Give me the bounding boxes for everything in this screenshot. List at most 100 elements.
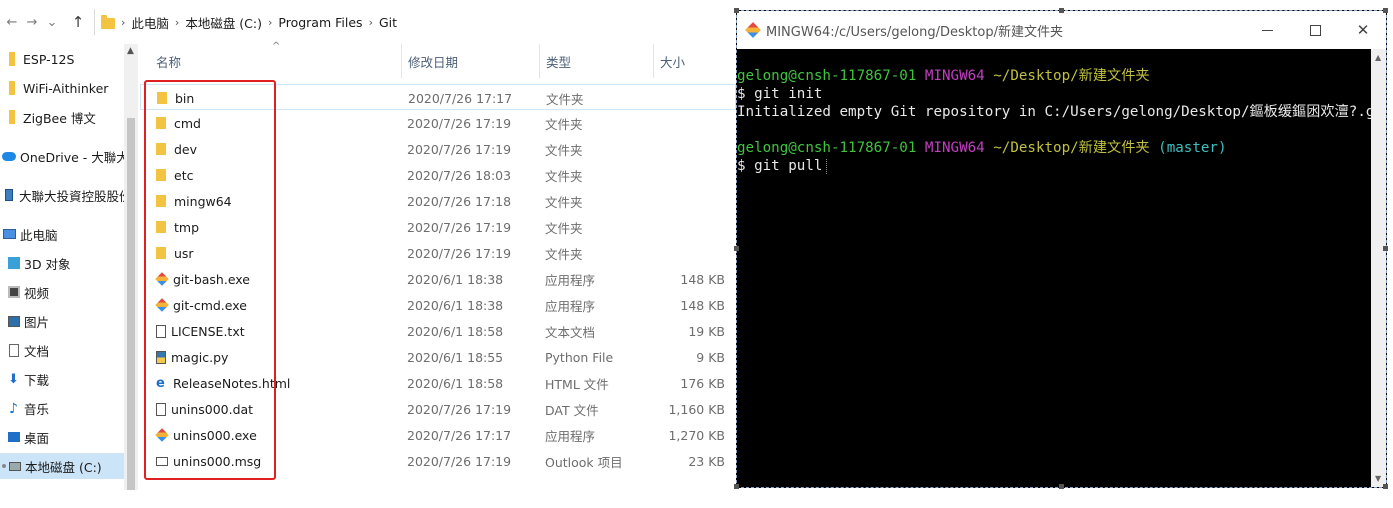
chevron-right-icon[interactable]: › — [268, 16, 272, 29]
chevron-right-icon[interactable]: › — [175, 16, 179, 29]
text-cursor — [826, 158, 828, 174]
file-type: 应用程序 — [545, 298, 596, 314]
file-type: 文件夹 — [546, 91, 584, 107]
resize-handle[interactable] — [734, 484, 739, 489]
breadcrumb-drive-c[interactable]: 本地磁盘 (C:) — [185, 13, 262, 32]
sidebar-item-videos[interactable]: 视频 — [0, 279, 124, 305]
maximize-button[interactable] — [1291, 11, 1339, 49]
sidebar-item-onedrive[interactable]: OneDrive - 大聯大投資 — [0, 143, 124, 169]
file-type: Python File — [545, 349, 614, 365]
file-date: 2020/6/1 18:58 — [407, 375, 504, 391]
resize-handle[interactable] — [1383, 8, 1388, 13]
sidebar-item-this-pc[interactable]: 此电脑 — [0, 221, 124, 247]
file-size: 23 KB — [688, 453, 725, 469]
table-row[interactable]: magic.py 2020/6/1 18:55 Python File 9 KB — [140, 344, 736, 370]
file-name: tmp — [174, 219, 200, 235]
breadcrumb-git[interactable]: Git — [379, 15, 397, 30]
resize-handle[interactable] — [734, 8, 739, 13]
file-date: 2020/7/26 17:19 — [407, 115, 512, 131]
file-name-cell[interactable]: e ReleaseNotes.html — [156, 370, 290, 396]
table-row[interactable]: usr 2020/7/26 17:19 文件夹 — [140, 240, 736, 266]
file-name-cell[interactable]: bin — [157, 85, 194, 111]
table-row[interactable]: unins000.dat 2020/7/26 17:19 DAT 文件 1,160 K… — [140, 396, 736, 422]
terminal-title-bar[interactable]: MINGW64:/c/Users/gelong/Desktop/新建文件夹 ✕ — [737, 11, 1386, 49]
file-size — [657, 240, 725, 266]
expand-arrow-icon[interactable] — [2, 464, 6, 468]
breadcrumb-this-pc[interactable]: 此电脑 — [131, 13, 169, 32]
table-row[interactable]: unins000.msg 2020/7/26 17:19 Outlook 项目 23 … — [140, 448, 736, 474]
column-header-type[interactable]: 类型 — [540, 44, 654, 78]
resize-handle[interactable] — [1059, 484, 1064, 489]
table-row[interactable]: etc 2020/7/26 18:03 文件夹 — [140, 162, 736, 188]
file-name: usr — [174, 245, 194, 261]
column-header-size[interactable]: 大小 — [654, 44, 736, 78]
table-row[interactable]: tmp 2020/7/26 17:19 文件夹 — [140, 214, 736, 240]
minimize-button[interactable] — [1243, 11, 1291, 49]
sidebar-item-pictures[interactable]: 图片 — [0, 308, 124, 334]
sidebar-item-downloads[interactable]: ⬇ 下载 — [0, 366, 124, 392]
terminal-output[interactable]: gelong@cnsh-117867-01 MINGW64 ~/Desktop/… — [737, 67, 1371, 487]
table-row[interactable]: e ReleaseNotes.html 2020/6/1 18:58 HTML 文件 1… — [140, 370, 736, 396]
file-name-cell[interactable]: cmd — [156, 110, 201, 136]
sidebar-item-local-disk-c[interactable]: 本地磁盘 (C:) — [0, 453, 124, 479]
sidebar-scrollbar[interactable]: ▲ — [124, 44, 138, 490]
column-header-name[interactable]: 名称 — [150, 44, 402, 78]
file-name-cell[interactable]: git-cmd.exe — [155, 292, 247, 318]
forward-arrow-icon[interactable]: → — [22, 15, 42, 30]
recent-locations-chevron-icon[interactable]: ⌄ — [42, 15, 62, 30]
table-row[interactable]: dev 2020/7/26 17:19 文件夹 — [140, 136, 736, 162]
sidebar-item-network-share[interactable]: 大聯大投資控股股份有限 — [0, 182, 124, 208]
file-name-cell[interactable]: usr — [156, 240, 194, 266]
resize-handle[interactable] — [1059, 8, 1064, 13]
file-name-cell[interactable]: tmp — [156, 214, 199, 240]
scroll-up-arrow-icon[interactable]: ▲ — [1375, 53, 1381, 62]
file-name-cell[interactable]: git-bash.exe — [155, 266, 250, 292]
table-row[interactable]: cmd 2020/7/26 17:19 文件夹 — [140, 110, 736, 136]
column-header-date[interactable]: 修改日期 — [402, 44, 540, 78]
file-type: 文件夹 — [545, 220, 583, 236]
resize-handle[interactable] — [734, 246, 739, 251]
sidebar-item-zigbee[interactable]: ZigBee 博文 — [0, 104, 124, 130]
table-row[interactable]: bin 2020/7/26 17:17 文件夹 — [140, 84, 736, 110]
file-name-cell[interactable]: LICENSE.txt — [156, 318, 245, 344]
sidebar-item-documents[interactable]: 文档 — [0, 337, 124, 363]
table-row[interactable]: unins000.exe 2020/7/26 17:17 应用程序 1,270 KB — [140, 422, 736, 448]
table-row[interactable]: git-cmd.exe 2020/6/1 18:38 应用程序 148 KB — [140, 292, 736, 318]
table-row[interactable]: LICENSE.txt 2020/6/1 18:58 文本文档 19 KB — [140, 318, 736, 344]
sidebar-item-wifi-aithinker[interactable]: WiFi-Aithinker — [0, 75, 124, 101]
terminal-scrollbar[interactable]: ▲ ▼ — [1371, 49, 1386, 487]
close-button[interactable]: ✕ — [1339, 11, 1387, 49]
folder-icon — [156, 221, 166, 233]
file-name-cell[interactable]: unins000.msg — [156, 448, 261, 474]
scroll-up-arrow-icon[interactable]: ▲ — [127, 46, 134, 56]
file-name-cell[interactable]: mingw64 — [156, 188, 232, 214]
file-date: 2020/6/1 18:55 — [407, 349, 504, 365]
breadcrumb-program-files[interactable]: Program Files — [278, 15, 362, 30]
file-name-cell[interactable]: magic.py — [156, 344, 228, 370]
breadcrumb[interactable]: › 此电脑 › 本地磁盘 (C:) › Program Files › Git — [94, 9, 736, 35]
file-name-cell[interactable]: etc — [156, 162, 193, 188]
resize-handle[interactable] — [1383, 246, 1388, 251]
resize-handle[interactable] — [1383, 484, 1388, 489]
file-name-cell[interactable]: unins000.exe — [155, 422, 257, 448]
back-arrow-icon[interactable]: ← — [2, 15, 22, 30]
sidebar-item-desktop[interactable]: 桌面 — [0, 424, 124, 450]
table-row[interactable]: mingw64 2020/7/26 17:18 文件夹 — [140, 188, 736, 214]
file-name-cell[interactable]: unins000.dat — [156, 396, 253, 422]
video-icon — [8, 286, 20, 298]
sidebar-item-music[interactable]: ♪ 音乐 — [0, 395, 124, 421]
sidebar-item-label: 文档 — [24, 343, 50, 359]
chevron-right-icon[interactable]: › — [369, 16, 373, 29]
sidebar-item-esp-12s[interactable]: ESP-12S — [0, 46, 124, 72]
git-bash-terminal-window[interactable]: MINGW64:/c/Users/gelong/Desktop/新建文件夹 ✕ … — [734, 8, 1388, 489]
chevron-right-icon[interactable]: › — [121, 16, 125, 29]
file-size: 1,160 KB — [668, 401, 725, 417]
file-name-cell[interactable]: dev — [156, 136, 197, 162]
sidebar-item-3d-objects[interactable]: 3D 对象 — [0, 250, 124, 276]
scrollbar-thumb[interactable] — [127, 118, 135, 490]
table-row[interactable]: git-bash.exe 2020/6/1 18:38 应用程序 148 KB — [140, 266, 736, 292]
scroll-down-arrow-icon[interactable]: ▼ — [1375, 474, 1381, 483]
cloud-icon — [2, 151, 16, 161]
up-arrow-icon[interactable]: ↑ — [68, 13, 88, 31]
